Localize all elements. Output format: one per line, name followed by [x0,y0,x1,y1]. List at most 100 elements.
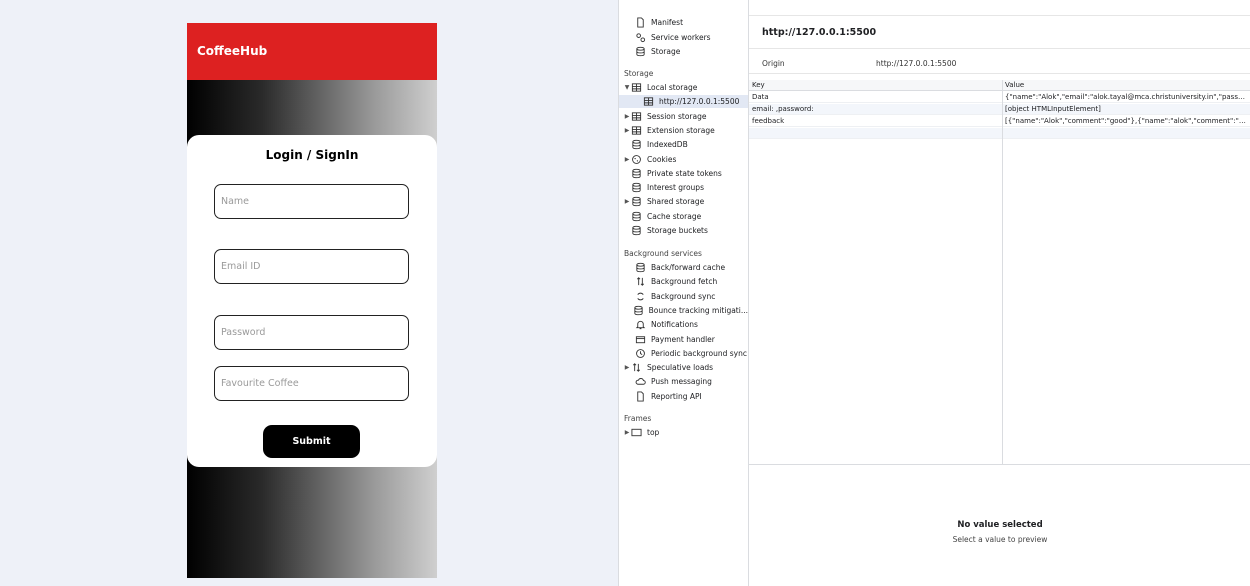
sidebar-item-label: Interest groups [647,183,704,193]
cloud-icon [635,376,646,387]
file-icon [635,17,646,28]
key-column-header[interactable]: Key [752,81,997,89]
login-card: Login / SignIn Submit [187,135,437,467]
sidebar-item-label: Private state tokens [647,168,722,178]
sidebar-item[interactable]: Bounce tracking mitigati... [619,304,748,317]
brand-logo-text[interactable]: CoffeeHub [197,44,267,58]
expand-arrow-icon[interactable]: ▼ [623,84,631,91]
sidebar-item[interactable]: ▶ Session storage [619,110,748,123]
column-divider[interactable] [1002,80,1003,465]
sidebar-item-label: IndexedDB [647,140,688,150]
devtools-panel: Manifest Service workers Storage Storage ▼… [618,0,1250,586]
filter-toolbar [749,0,1250,16]
sidebar-item-label: Shared storage [647,197,705,207]
database-icon [635,46,646,57]
database-icon [631,182,642,193]
sidebar-item[interactable]: Manifest [619,16,748,29]
sidebar-item-label: Storage [651,47,681,56]
expand-arrow-icon[interactable]: ▶ [623,364,631,371]
sidebar-item[interactable]: Background sync [619,290,748,303]
sidebar-item-label: Manifest [651,18,684,27]
sidebar-item-label: top [647,428,660,437]
updown-arrows-icon [635,276,646,287]
sidebar-item[interactable]: Push messaging [619,375,748,388]
sidebar-item-label: Reporting API [651,391,702,401]
sidebar-item-label: Push messaging [651,377,712,387]
expand-arrow-icon[interactable]: ▶ [623,198,631,205]
sidebar-item[interactable]: Storage buckets [619,224,748,237]
sidebar-item-label: Local storage [647,83,698,92]
name-input[interactable] [214,184,409,219]
sidebar-item-label: http://127.0.0.1:5500 [659,97,740,107]
sidebar-item[interactable]: Background fetch [619,275,748,288]
frames-heading: Frames [624,414,652,423]
favourite-coffee-input[interactable] [214,366,409,401]
value-column-header[interactable]: Value [1005,81,1249,89]
sidebar-item[interactable]: ▶ top [619,426,748,439]
sidebar-item-label: Cache storage [647,211,702,221]
sidebar-item[interactable]: ▶ Shared storage [619,195,748,208]
origin-row: Origin http://127.0.0.1:5500 [749,48,1250,74]
expand-arrow-icon[interactable]: ▶ [623,113,631,120]
database-icon [633,305,644,316]
clock-icon [635,348,646,359]
table-header-row: Key Value [749,80,1250,91]
sidebar-item-label: Periodic background sync [651,348,747,358]
row-value: [object HTMLInputElement] [1005,105,1101,113]
row-value: [{"name":"Alok","comment":"good"},{"name… [1005,117,1249,125]
background-services-heading: Background services [624,249,702,258]
sidebar-item-label: Speculative loads [647,363,714,373]
row-key: feedback [752,117,785,125]
mobile-page: CoffeeHub Login / SignIn Submit [187,23,437,578]
sidebar-item[interactable]: ▶ Extension storage [619,124,748,137]
gears-icon [635,32,646,43]
sidebar-item[interactable]: Service workers [619,31,748,44]
sidebar-item-label: Back/forward cache [651,263,726,272]
sidebar-item[interactable]: http://127.0.0.1:5500 [619,95,748,109]
table-row[interactable]: feedback [{"name":"Alok","comment":"good… [749,116,1250,127]
origin-value: http://127.0.0.1:5500 [876,59,957,68]
sidebar-item[interactable]: ▶ Cookies [619,153,748,166]
site-header: CoffeeHub [187,23,437,80]
expand-arrow-icon[interactable]: ▶ [623,429,631,436]
sidebar-item[interactable]: Interest groups [619,181,748,194]
table-icon [631,111,642,122]
expand-arrow-icon[interactable]: ▶ [623,127,631,134]
sidebar-item[interactable]: Periodic background sync [619,347,748,360]
sidebar-item-label: Service workers [651,32,711,42]
sidebar-item[interactable]: Cache storage [619,210,748,223]
sidebar-item[interactable]: Back/forward cache [619,261,748,274]
sidebar-item-label: Payment handler [651,334,715,344]
database-icon [631,139,642,150]
expand-arrow-icon[interactable]: ▶ [623,156,631,163]
updown-arrows-icon [631,362,642,373]
submit-button[interactable]: Submit [263,425,360,458]
origin-label: Origin [762,59,785,68]
database-icon [631,211,642,222]
storage-table: Key Value Data {"name":"Alok","email":"a… [749,80,1250,465]
sidebar-item[interactable]: Storage [619,45,748,58]
sidebar-item-label: Background fetch [651,277,718,287]
table-row[interactable]: Data {"name":"Alok","email":"alok.tayal@… [749,92,1250,103]
email-input[interactable] [214,249,409,284]
password-input[interactable] [214,315,409,350]
form-title: Login / SignIn [265,148,359,162]
sidebar-item[interactable]: Payment handler [619,333,748,346]
database-icon [631,196,642,207]
origin-title: http://127.0.0.1:5500 [762,27,877,38]
sidebar-item[interactable]: IndexedDB [619,138,748,151]
sidebar-item-label: Background sync [651,291,716,301]
preview-title: No value selected [957,520,1043,530]
sidebar-item[interactable]: Private state tokens [619,167,748,180]
sidebar-item-label: Storage buckets [647,226,708,235]
sidebar-item[interactable]: Notifications [619,318,748,331]
sidebar-item[interactable]: ▼ Local storage [619,81,748,94]
sidebar-item[interactable]: Reporting API [619,390,748,403]
row-key: email: ,password: [752,105,814,113]
sidebar-item[interactable]: ▶ Speculative loads [619,361,748,374]
preview-subtitle: Select a value to preview [952,535,1048,544]
storage-section-heading: Storage [624,69,654,78]
file-icon [635,391,646,402]
frame-icon [631,427,642,438]
table-row[interactable]: email: ,password: [object HTMLInputEleme… [749,104,1250,115]
